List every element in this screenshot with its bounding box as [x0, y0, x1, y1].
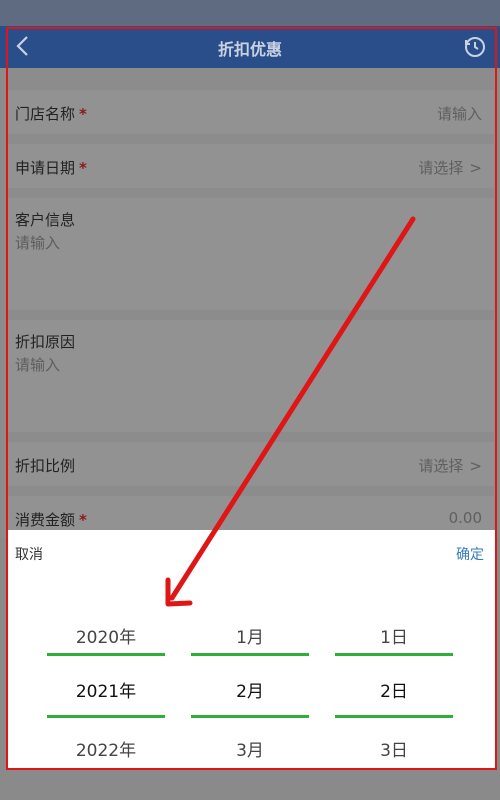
- cancel-button[interactable]: 取消: [15, 544, 43, 564]
- selection-line: [335, 715, 453, 718]
- screen: 折扣优惠 门店名称 * 请输入 申请日期 * 请选择 > 客户信息 请输入 折扣原因 …: [0, 0, 500, 800]
- year-option[interactable]: 2020年: [47, 623, 165, 648]
- store-name-row[interactable]: 门店名称 * 请输入: [6, 90, 494, 134]
- date-picker-sheet: 取消 确定 2020年 2021年 2022年 1月 2月 3月 1日 2日 3…: [6, 530, 496, 770]
- customer-info-label: 客户信息: [15, 211, 76, 229]
- store-name-input[interactable]: 请输入: [437, 103, 482, 124]
- discount-reason-row[interactable]: 折扣原因 请输入: [6, 320, 494, 432]
- page-title: 折扣优惠: [217, 40, 282, 59]
- customer-info-input[interactable]: 请输入: [15, 232, 60, 253]
- year-option[interactable]: 2022年: [47, 736, 165, 761]
- discount-reason-label: 折扣原因: [15, 333, 76, 351]
- month-option-selected[interactable]: 2月: [191, 677, 309, 702]
- month-option[interactable]: 3月: [191, 736, 309, 761]
- history-icon[interactable]: [462, 34, 488, 60]
- apply-date-row[interactable]: 申请日期 * 请选择 >: [6, 144, 494, 188]
- discount-ratio-row[interactable]: 折扣比例 请选择 >: [6, 442, 494, 486]
- amount-label: 消费金额 *: [15, 511, 87, 529]
- required-mark: *: [79, 159, 87, 177]
- apply-date-select[interactable]: 请选择 >: [418, 157, 482, 178]
- status-bar: [0, 0, 500, 26]
- selection-line: [191, 653, 309, 656]
- store-name-label: 门店名称 *: [15, 105, 87, 123]
- customer-info-row[interactable]: 客户信息 请输入: [6, 198, 494, 310]
- discount-ratio-select[interactable]: 请选择 >: [418, 455, 482, 476]
- selection-line: [47, 653, 165, 656]
- required-mark: *: [79, 511, 87, 529]
- year-option-selected[interactable]: 2021年: [47, 677, 165, 702]
- day-option[interactable]: 1日: [335, 623, 453, 648]
- chevron-right-icon: >: [469, 159, 482, 177]
- confirm-button[interactable]: 确定: [456, 544, 484, 564]
- chevron-right-icon: >: [469, 457, 482, 475]
- apply-date-label: 申请日期 *: [15, 159, 87, 177]
- selection-line: [47, 715, 165, 718]
- discount-form: 门店名称 * 请输入 申请日期 * 请选择 > 客户信息 请输入 折扣原因 请输入 折…: [0, 68, 500, 540]
- discount-reason-input[interactable]: 请输入: [15, 354, 60, 375]
- selection-line: [191, 715, 309, 718]
- month-option[interactable]: 1月: [191, 623, 309, 648]
- discount-ratio-label: 折扣比例: [15, 457, 76, 475]
- required-mark: *: [79, 105, 87, 123]
- day-option[interactable]: 3日: [335, 736, 453, 761]
- selection-line: [335, 653, 453, 656]
- amount-input[interactable]: 0.00: [449, 509, 482, 527]
- title-bar: 折扣优惠: [0, 26, 500, 68]
- day-option-selected[interactable]: 2日: [335, 677, 453, 702]
